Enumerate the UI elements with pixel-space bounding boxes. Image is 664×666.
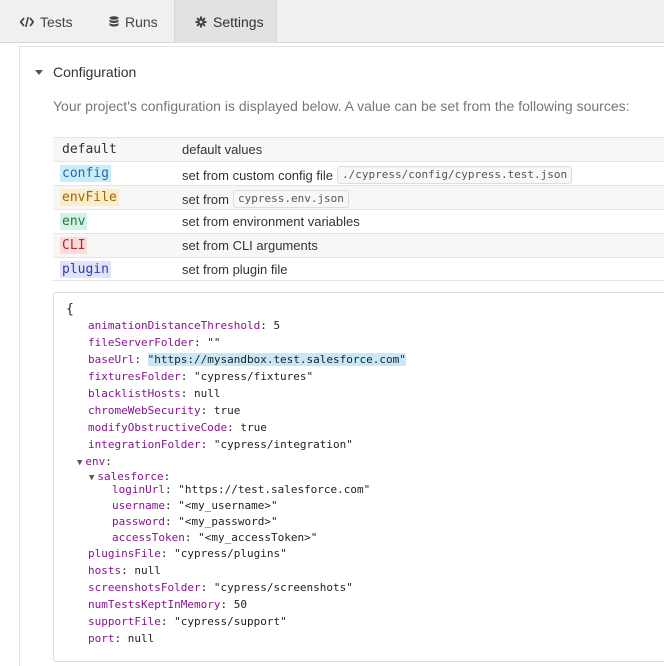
top-tab-bar: Tests Runs Settings — [0, 0, 664, 43]
configuration-intro-text: Your project's configuration is displaye… — [53, 98, 630, 114]
source-row-config: config set from custom config file ./cypr… — [53, 161, 664, 185]
config-value: "cypress/integration" — [213, 438, 353, 451]
source-description: default values — [182, 142, 263, 157]
config-line-blacklisthosts: blacklistHosts: null — [88, 387, 221, 400]
config-key: blacklistHosts — [88, 387, 181, 400]
config-key: screenshotsFolder — [88, 581, 201, 594]
tab-runs[interactable]: Runs — [89, 0, 174, 43]
config-line-integrationfolder: integrationFolder: "cypress/integration" — [88, 438, 353, 451]
config-key: chromeWebSecurity — [88, 404, 201, 417]
config-value: "<my_accessToken>" — [198, 531, 318, 544]
source-key: default — [62, 142, 117, 157]
config-line-username: username: "<my_username>" — [112, 499, 278, 512]
source-description: set from environment variables — [182, 214, 360, 229]
config-line-screenshotsfolder: screenshotsFolder: "cypress/screenshots" — [88, 581, 353, 594]
config-value: null — [127, 632, 155, 645]
source-description: set from CLI arguments — [182, 238, 318, 253]
config-line-port: port: null — [88, 632, 155, 645]
expand-toggle-icon[interactable]: ▼ — [89, 473, 94, 483]
config-value: "<my_username>" — [178, 499, 278, 512]
source-key: env — [60, 213, 88, 230]
config-line-numtestskeptinmemory: numTestsKeptInMemory: 50 — [88, 598, 247, 611]
tab-settings-label: Settings — [213, 13, 264, 30]
config-key: baseUrl — [88, 353, 135, 366]
collapse-caret-icon[interactable] — [35, 70, 43, 75]
source-row-envfile: envFile set from cypress.env.json — [53, 185, 664, 209]
config-key: port — [88, 632, 115, 645]
config-key: salesforce — [97, 470, 164, 483]
config-key: numTestsKeptInMemory — [88, 598, 221, 611]
source-key: config — [60, 165, 111, 182]
source-key: CLI — [60, 237, 88, 254]
config-value: "cypress/support" — [174, 615, 287, 628]
config-value: null — [193, 387, 221, 400]
config-key: supportFile — [88, 615, 161, 628]
config-line-fixturesfolder: fixturesFolder: "cypress/fixtures" — [88, 370, 314, 383]
tab-runs-label: Runs — [125, 13, 158, 30]
database-icon — [109, 15, 119, 28]
config-value: "cypress/screenshots" — [213, 581, 353, 594]
config-sources-table: default default values config set from c… — [53, 137, 664, 281]
config-key: pluginsFile — [88, 547, 161, 560]
config-key: modifyObstructiveCode — [88, 421, 228, 434]
config-line-loginurl: loginUrl: "https://test.salesforce.com" — [112, 483, 371, 496]
config-key: password — [112, 515, 165, 528]
source-description: set from custom config file ./cypress/con… — [182, 166, 573, 184]
config-value: 5 — [273, 319, 281, 332]
config-key: animationDistanceThreshold — [88, 319, 261, 332]
config-line-env[interactable]: ▼ env: — [77, 455, 112, 470]
source-row-cli: CLI set from CLI arguments — [53, 233, 664, 257]
config-key: fileServerFolder — [88, 336, 194, 349]
config-line-chromewebsecurity: chromeWebSecurity: true — [88, 404, 241, 417]
config-key: accessToken — [112, 531, 185, 544]
source-row-default: default default values — [53, 137, 664, 161]
config-key: fixturesFolder — [88, 370, 181, 383]
configuration-section-title[interactable]: Configuration — [53, 64, 136, 80]
config-key: hosts — [88, 564, 122, 577]
tab-settings[interactable]: Settings — [174, 0, 277, 43]
config-line-hosts: hosts: null — [88, 564, 161, 577]
config-line-animationdistancethreshold: animationDistanceThreshold: 5 — [88, 319, 281, 332]
config-line-pluginsfile: pluginsFile: "cypress/plugins" — [88, 547, 287, 560]
config-value: true — [240, 421, 267, 434]
source-description: set from plugin file — [182, 262, 288, 277]
config-line-modifyobstructivecode: modifyObstructiveCode: true — [88, 421, 267, 434]
gear-icon — [195, 16, 207, 28]
source-row-plugin: plugin set from plugin file — [53, 257, 664, 281]
config-value: "cypress/plugins" — [174, 547, 287, 560]
config-line-baseurl: baseUrl: "https://mysandbox.test.salesfo… — [88, 353, 406, 366]
config-line-supportfile: supportFile: "cypress/support" — [88, 615, 287, 628]
source-description: set from cypress.env.json — [182, 190, 349, 208]
config-open-brace: { — [66, 302, 74, 317]
source-key: envFile — [60, 189, 119, 206]
env-file-path: cypress.env.json — [232, 190, 349, 208]
tab-tests[interactable]: Tests — [0, 0, 89, 43]
config-key: env — [85, 455, 106, 468]
config-value: "cypress/fixtures" — [193, 370, 314, 383]
config-value: "" — [207, 336, 221, 349]
config-line-password: password: "<my_password>" — [112, 515, 278, 528]
expand-toggle-icon[interactable]: ▼ — [77, 458, 82, 468]
config-key: username — [112, 499, 165, 512]
config-line-fileserverfolder: fileServerFolder: "" — [88, 336, 221, 349]
config-value: "https://mysandbox.test.salesforce.com" — [147, 353, 406, 366]
config-value: true — [213, 404, 241, 417]
config-key: loginUrl — [112, 483, 165, 496]
config-value: "https://test.salesforce.com" — [178, 483, 371, 496]
config-value: 50 — [233, 598, 247, 611]
tab-tests-label: Tests — [40, 13, 73, 30]
config-key: integrationFolder — [88, 438, 201, 451]
config-file-path: ./cypress/config/cypress.test.json — [337, 166, 573, 184]
config-value: null — [134, 564, 161, 577]
source-key: plugin — [60, 261, 111, 278]
source-row-env: env set from environment variables — [53, 209, 664, 233]
code-icon — [20, 16, 34, 28]
config-line-accesstoken: accessToken: "<my_accessToken>" — [112, 531, 318, 544]
config-value: "<my_password>" — [178, 515, 278, 528]
